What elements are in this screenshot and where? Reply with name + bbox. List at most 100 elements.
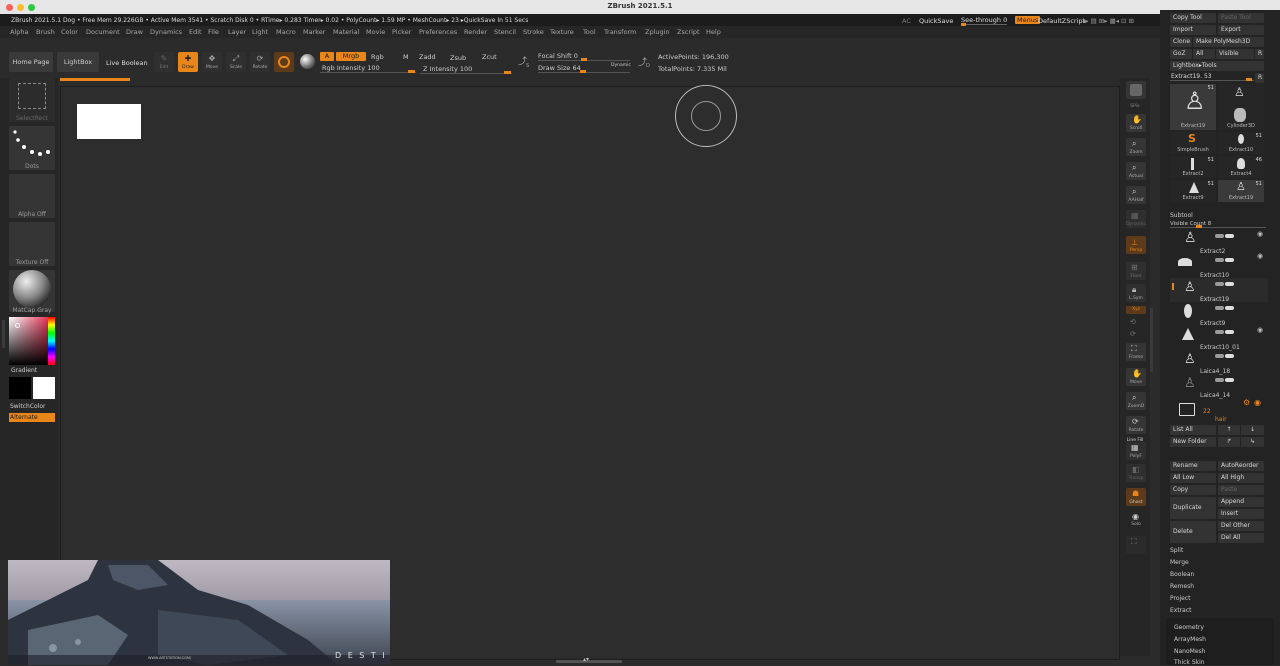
boolean-menu[interactable]: Boolean: [1170, 571, 1194, 578]
append-button[interactable]: Append: [1218, 497, 1264, 507]
bpr-button[interactable]: [1126, 81, 1146, 99]
spix-label[interactable]: SPix: [1120, 104, 1150, 109]
goz-all-button[interactable]: All: [1193, 49, 1215, 59]
lightbox-tools-button[interactable]: Lightbox▸Tools: [1170, 61, 1264, 71]
layout-icons[interactable]: ◂▸ ▤ ⊞▸ ▦◂ ⊡ ⊞: [1082, 17, 1134, 25]
move-view-button[interactable]: Move ✋: [1126, 368, 1146, 386]
clone-button[interactable]: Clone: [1170, 37, 1192, 47]
z-intensity-slider[interactable]: Z Intensity 100: [423, 65, 472, 73]
menu-marker[interactable]: Marker: [303, 28, 325, 36]
del-all-button[interactable]: Del All: [1218, 533, 1264, 543]
live-boolean-button[interactable]: Live Boolean: [106, 59, 148, 67]
folder-name[interactable]: hair: [1215, 416, 1227, 423]
all-low-button[interactable]: All Low: [1170, 473, 1216, 483]
goz-button[interactable]: GoZ: [1170, 49, 1192, 59]
left-shelf-scroll[interactable]: [2, 320, 5, 348]
primary-color-swatch[interactable]: [33, 377, 55, 399]
merge-menu[interactable]: Merge: [1170, 559, 1189, 566]
quicksave-button[interactable]: QuickSave: [919, 17, 953, 25]
menu-tool[interactable]: Tool: [583, 28, 596, 36]
menu-dynamics[interactable]: Dynamics: [150, 28, 182, 36]
stroke-dots-button[interactable]: Dots: [9, 126, 55, 170]
menu-texture[interactable]: Texture: [550, 28, 574, 36]
actual-button[interactable]: Actual ⌕: [1126, 162, 1146, 180]
toggle-pill[interactable]: [1215, 258, 1224, 262]
tool-thumb-extract9[interactable]: 51 Extract9: [1170, 180, 1216, 202]
toggle-pill[interactable]: [1215, 354, 1224, 358]
menu-render[interactable]: Render: [464, 28, 487, 36]
dynamic-toggle[interactable]: Dynamic: [611, 63, 631, 68]
paste-tool-button[interactable]: Paste Tool: [1218, 13, 1264, 23]
goz-visible-button[interactable]: Visible: [1216, 49, 1254, 59]
draw-mode-button[interactable]: ✚ Draw: [178, 52, 198, 72]
draw-size-slider[interactable]: Draw Size 64: [538, 64, 581, 72]
toggle-pill[interactable]: [1225, 234, 1234, 238]
menu-help[interactable]: Help: [706, 28, 721, 36]
transp-button[interactable]: Transp ◧: [1126, 464, 1146, 482]
menu-stencil[interactable]: Stencil: [494, 28, 516, 36]
secondary-color-swatch[interactable]: [9, 377, 31, 399]
tool-thumb-extract19-b[interactable]: ♙ 51 Extract19: [1218, 180, 1264, 202]
xpose-button[interactable]: ⛶: [1126, 536, 1146, 554]
tool-thumb-cylinder3d[interactable]: ♙ Cylinder3D: [1218, 84, 1264, 130]
tool-thumb-extract10[interactable]: 51 Extract10: [1218, 132, 1264, 154]
m-toggle[interactable]: M: [403, 53, 409, 61]
draw-size-handle[interactable]: [580, 70, 586, 73]
switch-color-button[interactable]: SwitchColor: [10, 403, 46, 410]
scale-mode-button[interactable]: ⤢ Scale: [226, 52, 246, 72]
project-menu[interactable]: Project: [1170, 595, 1191, 602]
rotate-axis-2-icon[interactable]: ⟳: [1130, 330, 1136, 338]
list-all-button[interactable]: List All: [1170, 425, 1216, 435]
toggle-pill[interactable]: [1215, 306, 1224, 310]
a-toggle[interactable]: A: [320, 52, 334, 61]
copy-button[interactable]: Copy: [1170, 485, 1216, 495]
tool-thumb-simplebrush[interactable]: S SimpleBrush: [1170, 132, 1216, 154]
menu-transform[interactable]: Transform: [604, 28, 636, 36]
move-down-button[interactable]: ↓: [1241, 425, 1264, 435]
ac-label[interactable]: AC: [902, 17, 911, 25]
folder-settings-icon[interactable]: ⚙: [1243, 398, 1250, 407]
eye-icon[interactable]: ◉: [1257, 230, 1263, 238]
see-through-slider[interactable]: See-through 0: [961, 16, 1007, 24]
default-zscript-button[interactable]: DefaultZScript: [1038, 17, 1085, 25]
nanomesh-subpalette[interactable]: NanoMesh: [1174, 648, 1205, 655]
toggle-pill[interactable]: [1225, 258, 1234, 262]
toggle-pill[interactable]: [1225, 330, 1234, 334]
eye-icon[interactable]: ◉: [1257, 252, 1263, 260]
current-brush-button[interactable]: [274, 52, 294, 72]
extract-menu[interactable]: Extract: [1170, 607, 1192, 614]
edit-mode-button[interactable]: ✎ Edit: [154, 52, 174, 72]
move-up-button[interactable]: ↑: [1218, 425, 1240, 435]
menu-macro[interactable]: Macro: [276, 28, 296, 36]
focal-shift-slider[interactable]: Focal Shift 0: [538, 52, 578, 60]
tool-thumb-extract2[interactable]: 51 Extract2: [1170, 156, 1216, 178]
menu-preferences[interactable]: Preferences: [419, 28, 457, 36]
subtool-toggles[interactable]: [1205, 282, 1265, 286]
rgb-toggle[interactable]: Rgb: [371, 53, 384, 61]
auto-reorder-button[interactable]: AutoReorder: [1218, 461, 1264, 471]
aahalf-button[interactable]: AAHalf ⌕: [1126, 186, 1146, 204]
duplicate-button[interactable]: Duplicate: [1170, 497, 1216, 519]
scroll-button[interactable]: Scroll ✋: [1126, 114, 1146, 132]
export-button[interactable]: Export: [1218, 25, 1264, 35]
frame-button[interactable]: Frame ⛶: [1126, 343, 1146, 361]
alpha-button[interactable]: Alpha Off: [9, 174, 55, 218]
zcut-toggle[interactable]: Zcut: [482, 53, 497, 61]
menu-file[interactable]: File: [208, 28, 219, 36]
menu-zscript[interactable]: Zscript: [677, 28, 700, 36]
eye-icon[interactable]: ◉: [1257, 326, 1263, 334]
material-button[interactable]: MatCap Gray: [9, 270, 55, 314]
visible-count-handle[interactable]: [1196, 225, 1202, 228]
dynamic-button[interactable]: Dynamic ▦: [1126, 210, 1146, 228]
menu-layer[interactable]: Layer: [228, 28, 246, 36]
hue-strip[interactable]: [48, 317, 55, 365]
polyf-button[interactable]: PolyF ▦: [1126, 442, 1146, 460]
persp-button[interactable]: Persp ⊥: [1126, 236, 1146, 254]
toggle-pill[interactable]: [1225, 306, 1234, 310]
subtool-toggles[interactable]: [1205, 306, 1265, 310]
gradient-label[interactable]: Gradient: [11, 367, 37, 374]
goz-r-button[interactable]: R: [1255, 49, 1264, 59]
rename-button[interactable]: Rename: [1170, 461, 1216, 471]
menu-draw[interactable]: Draw: [126, 28, 143, 36]
menu-alpha[interactable]: Alpha: [10, 28, 28, 36]
